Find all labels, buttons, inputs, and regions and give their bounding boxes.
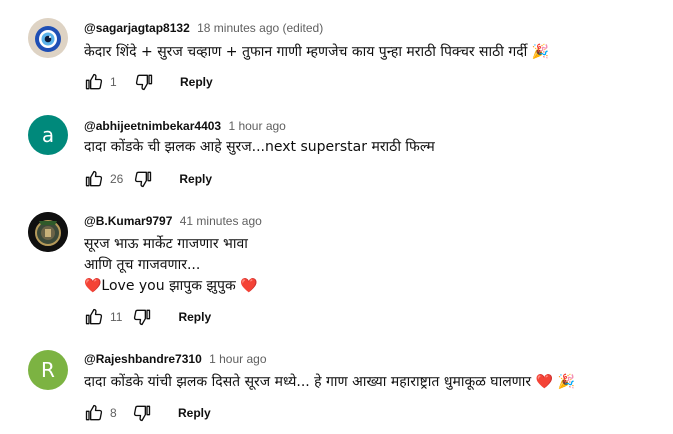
timestamp[interactable]: 1 hour ago [228,119,285,133]
comment-text: सूरज भाऊ मार्केट गाजणार भावा आणि तूच गाज… [84,234,258,297]
comment-line: दादा कोंडके ची झलक आहे सुरज...next super… [84,139,435,155]
comment-line: दादा कोंडके यांची झलक दिसते सूरज मध्ये..… [84,374,575,390]
reply-button[interactable]: Reply [179,172,212,186]
avatar[interactable] [28,18,68,58]
avatar[interactable]: R [28,350,68,390]
thumbs-down-icon[interactable] [132,307,152,327]
like-count: 1 [110,75,117,89]
comment-line: केदार शिंदे + सुरज चव्हाण + तुफान गाणी म… [84,44,550,60]
reply-button[interactable]: Reply [178,406,211,420]
timestamp[interactable]: 41 minutes ago [180,214,262,228]
timestamp[interactable]: 1 hour ago [209,352,266,366]
thumbs-up-icon[interactable] [84,169,104,189]
reply-button[interactable]: Reply [178,310,211,324]
like-count: 26 [110,172,124,186]
comment-actions: 26 Reply [84,167,212,191]
timestamp[interactable]: 18 minutes ago (edited) [197,21,323,35]
comment-header: @B.Kumar9797 41 minutes ago [84,214,262,228]
comment-line: सूरज भाऊ मार्केट गाजणार भावा [84,236,248,252]
avatar[interactable] [28,212,68,252]
avatar-letter: R [41,358,55,382]
comment-text: दादा कोंडके ची झलक आहे सुरज...next super… [84,137,435,158]
thumbs-down-icon[interactable] [132,403,152,423]
comment-actions: 1 Reply [84,70,213,94]
comment-header: @Rajeshbandre7310 1 hour ago [84,352,267,366]
author-handle[interactable]: @abhijeetnimbekar4403 [84,119,221,133]
comment-line: आणि तूच गाजवणार... [84,257,201,273]
like-count: 11 [110,310,123,324]
avatar[interactable]: a [28,115,68,155]
thumbs-up-icon[interactable] [84,307,104,327]
comment-text: केदार शिंदे + सुरज चव्हाण + तुफान गाणी म… [84,42,549,63]
reply-button[interactable]: Reply [180,75,213,89]
comment-header: @abhijeetnimbekar4403 1 hour ago [84,119,286,133]
thumbs-up-icon[interactable] [84,403,104,423]
thumbs-down-icon[interactable] [133,169,153,189]
evil-eye-icon [28,18,68,58]
comment-line: ❤️Love you झापुक झुपुक ❤️ [84,278,258,294]
like-count: 8 [110,406,117,420]
comment-actions: 11 Reply [84,305,211,329]
comment-actions: 8 Reply [84,401,211,425]
emblem-icon [28,212,68,252]
comment-header: @sagarjagtap8132 18 minutes ago (edited) [84,21,323,35]
author-handle[interactable]: @sagarjagtap8132 [84,21,190,35]
author-handle[interactable]: @B.Kumar9797 [84,214,172,228]
avatar-letter: a [41,123,55,147]
thumbs-up-icon[interactable] [84,72,104,92]
comment-text: दादा कोंडके यांची झलक दिसते सूरज मध्ये..… [84,372,575,393]
author-handle[interactable]: @Rajeshbandre7310 [84,352,202,366]
thumbs-down-icon[interactable] [134,72,154,92]
